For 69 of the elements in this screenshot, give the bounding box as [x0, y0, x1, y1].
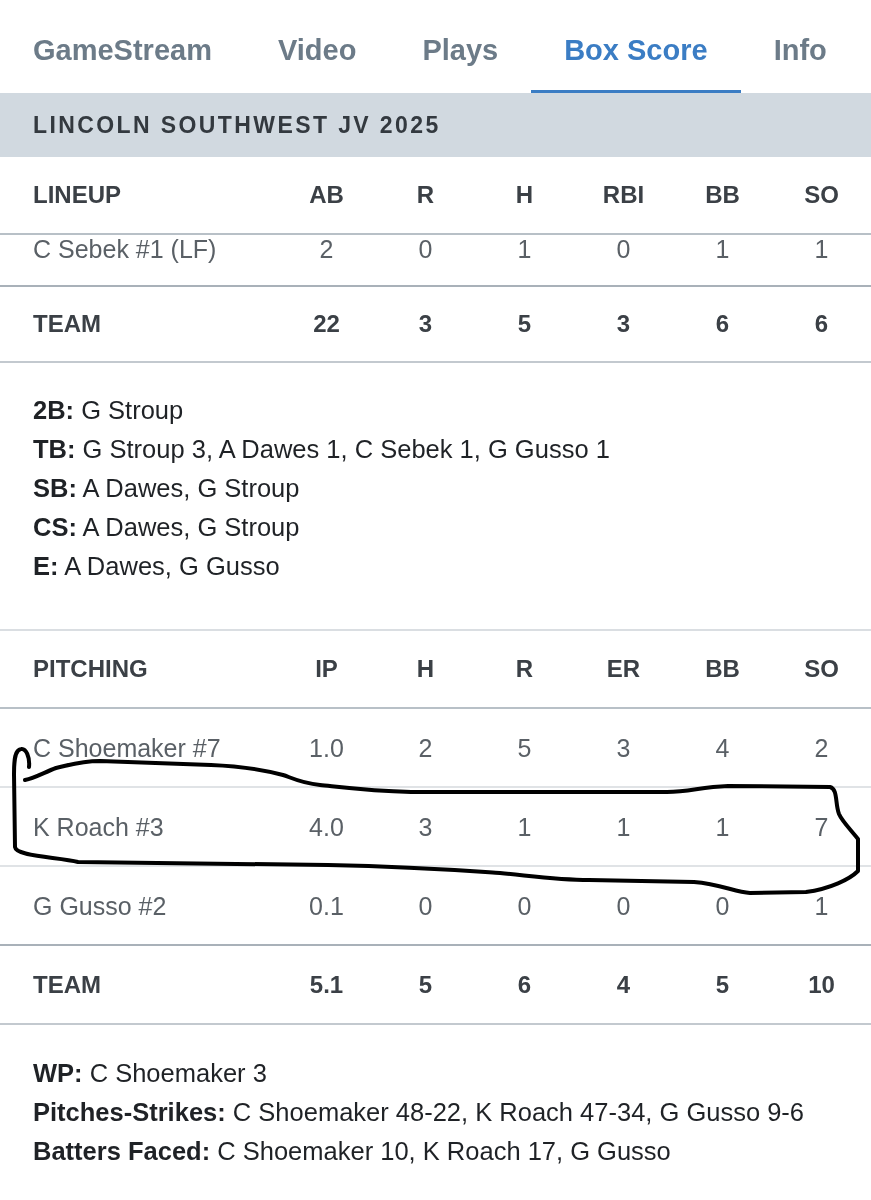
total-cell-text: TEAM — [33, 970, 102, 999]
stat-note: Batters Faced: C Shoemaker 10, K Roach 17, G Gusso — [33, 1136, 672, 1167]
total-cell-text: 6 — [516, 970, 533, 999]
table-cell-text: 0.1 — [308, 891, 345, 920]
total-cell-text: 5 — [417, 970, 434, 999]
stat-note: 2B: G Stroup — [33, 395, 185, 426]
table-cell-text: 1 — [813, 235, 830, 263]
column-header: AB — [308, 181, 345, 209]
column-header: BB — [704, 181, 741, 209]
total-cell-text: 5.1 — [308, 970, 345, 999]
column-header: LINEUP — [33, 181, 122, 209]
table-cell-text: 0 — [615, 891, 632, 920]
column-header: R — [514, 655, 535, 683]
table-cell-text: 4.0 — [308, 812, 345, 841]
table-cell-text: 4 — [714, 733, 731, 762]
table-cell-text: 0 — [417, 891, 434, 920]
table-cell-text: 2 — [318, 235, 335, 263]
column-header: H — [415, 655, 436, 683]
table-cell-text: 0 — [714, 891, 731, 920]
tab[interactable]: Info — [740, 0, 860, 93]
table-cell-text: 3 — [615, 733, 632, 762]
player-name: C Sebek #1 (LF) — [33, 235, 218, 263]
stat-note: WP: C Shoemaker 3 — [33, 1058, 268, 1089]
column-header: BB — [704, 655, 741, 683]
table-cell-text: 1.0 — [308, 733, 345, 762]
table-cell-text: 2 — [813, 733, 830, 762]
total-cell-text: 3 — [417, 310, 434, 338]
team-header: LINCOLN SOUTHWEST JV 2025 — [0, 93, 871, 157]
table-cell-text: 0 — [516, 891, 533, 920]
column-header: IP — [314, 655, 339, 683]
total-cell-text: 3 — [615, 310, 632, 338]
total-cell-text: TEAM — [33, 310, 102, 338]
tab[interactable]: GameStream — [0, 0, 245, 93]
total-cell-text: 5 — [714, 970, 731, 999]
table-cell-text: 1 — [615, 812, 632, 841]
table-cell-text: 7 — [813, 812, 830, 841]
table-cell-text: 1 — [813, 891, 830, 920]
column-header: H — [514, 181, 535, 209]
column-header: PITCHING — [33, 655, 149, 683]
total-cell-text: 10 — [807, 970, 836, 999]
stat-note: SB: A Dawes, G Stroup — [33, 473, 301, 504]
table-cell-text: 2 — [417, 733, 434, 762]
stat-note: TB: G Stroup 3, A Dawes 1, C Sebek 1, G Gusso 1 — [33, 434, 611, 465]
total-cell-text: 6 — [714, 310, 731, 338]
column-header: RBI — [601, 181, 646, 209]
total-cell-text: 4 — [615, 970, 632, 999]
table-cell-text: 0 — [615, 235, 632, 263]
column-header: R — [415, 181, 436, 209]
column-header: ER — [605, 655, 642, 683]
tab[interactable]: Video — [244, 0, 390, 93]
table-cell-text: 1 — [714, 235, 731, 263]
stat-note: CS: A Dawes, G Stroup — [33, 512, 301, 543]
player-name: C Shoemaker #7 — [33, 733, 222, 762]
stat-note: E: A Dawes, G Gusso — [33, 551, 281, 582]
tab[interactable]: Plays — [389, 0, 532, 93]
column-header: SO — [803, 181, 840, 209]
table-cell-text: 3 — [417, 812, 434, 841]
player-name: G Gusso #2 — [33, 891, 168, 920]
total-cell-text: 6 — [813, 310, 830, 338]
total-cell-text: 5 — [516, 310, 533, 338]
player-name: K Roach #3 — [33, 812, 165, 841]
table-cell-text: 1 — [714, 812, 731, 841]
stat-note: Pitches-Strikes: C Shoemaker 48-22, K Roach 47-34, G Gusso 9-6 — [33, 1097, 806, 1128]
table-cell-text: 0 — [417, 235, 434, 263]
total-cell-text: 22 — [312, 310, 341, 338]
table-cell-text: 1 — [516, 235, 533, 263]
table-cell-text: 1 — [516, 812, 533, 841]
column-header: SO — [803, 655, 840, 683]
table-cell-text: 5 — [516, 733, 533, 762]
